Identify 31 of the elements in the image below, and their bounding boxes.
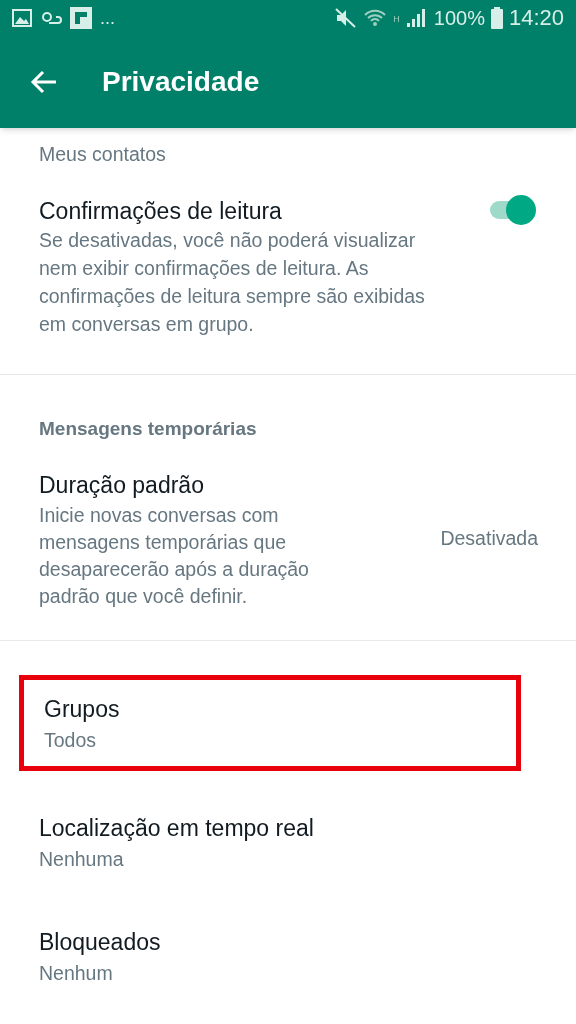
item-subtitle: Nenhuma [39,846,125,872]
item-subtitle: Nenhum [39,960,114,986]
settings-item[interactable]: Duração padrão Inicie novas conversas com mensagens temporárias que desaparecerão após a duração padrão que você definir. Desativada [0,457,576,620]
item-title: Duração padrão [39,470,205,500]
item-title: Bloqueados [39,927,162,957]
item-title: Confirmações de leitura [39,197,283,226]
item-description: Se desativadas, você não poderá visualizar nem exibir confirmações de leitura. As confirmações de leitura sempre são exibidas em conversas em grupo. [39,228,426,337]
settings-item[interactable]: Meus contatos [19,128,521,180]
item-subtitle: Meus contatos [39,142,167,167]
section-header: Mensagens temporárias [39,418,257,439]
settings-item[interactable]: Localização em tempo real Nenhuma [19,798,521,885]
mute-icon [335,8,358,28]
network-type: H [393,13,400,26]
gallery-icon [12,9,32,27]
screen-title: Privacidade [102,65,260,99]
settings-item[interactable]: Confirmações de leitura Se desativadas, você não poderá visualizar nem exibir confirmações de leitura. As confirmações de leitura sempre são exibidas em conversas em grupo. [0,180,576,354]
battery-level: 100% [433,8,485,28]
signal-icon [405,8,428,28]
app-icon [70,7,92,29]
battery-icon [490,7,503,29]
settings-item[interactable]: Bloqueados Nenhum [19,912,521,999]
back-arrow-icon[interactable] [30,70,58,94]
item-description: Inicie novas conversas com mensagens temporárias que desaparecerão após a duração padrão que você definir. [39,502,310,609]
notification-overflow: ... [100,9,115,27]
item-title: Localização em tempo real [39,813,315,843]
wifi-icon [363,8,388,28]
item-subtitle: Todos [44,727,98,753]
clock: 14:20 [508,7,564,29]
item-title: Grupos [44,694,121,724]
settings-item[interactable]: Grupos Todos [19,674,521,771]
item-value: Desativada [440,525,538,551]
